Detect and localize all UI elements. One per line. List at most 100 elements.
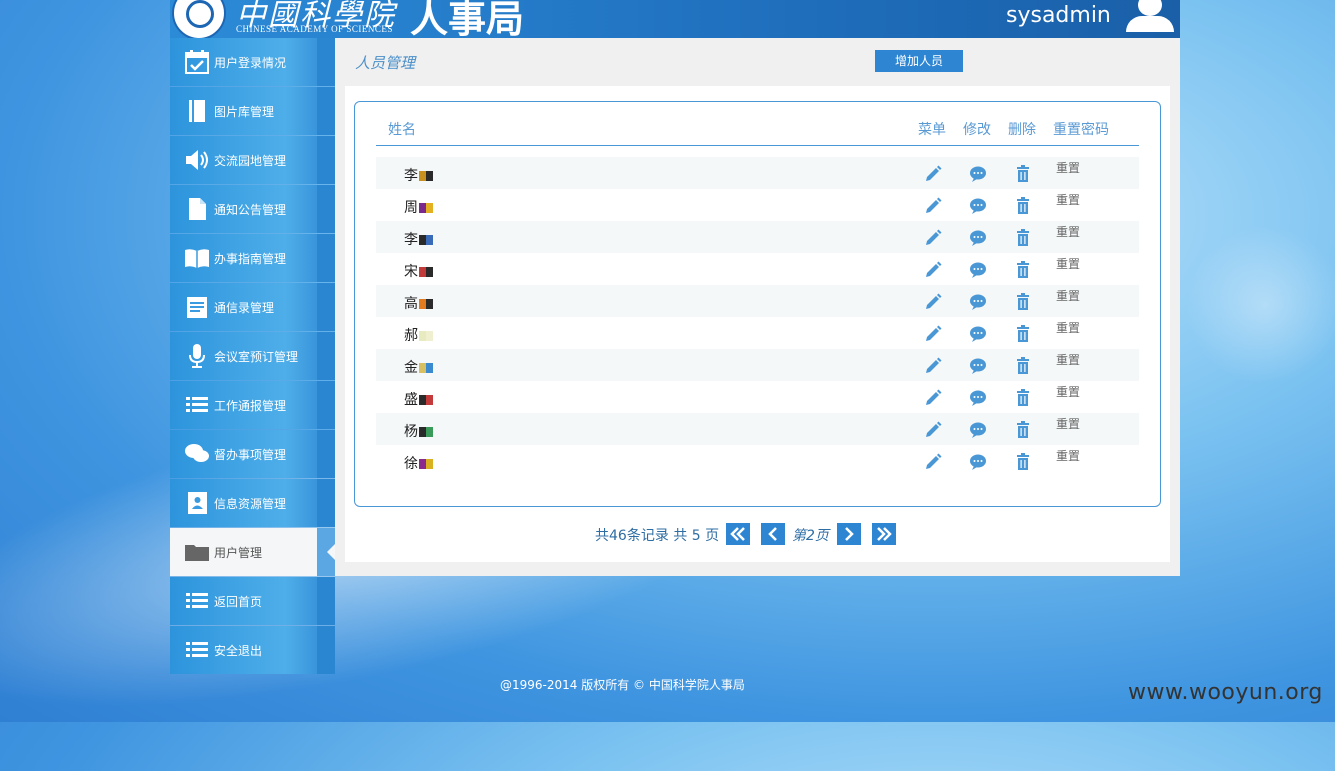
table-row: 徐 重置 bbox=[376, 445, 1139, 477]
page-title: 人员管理 bbox=[355, 54, 416, 72]
column-header-edit: 修改 bbox=[963, 122, 991, 138]
current-page-label: 第2页 bbox=[792, 528, 829, 544]
reset-password-link[interactable]: 重置 bbox=[1056, 223, 1080, 240]
sidebar-item-label: 用户管理 bbox=[214, 546, 263, 560]
reset-password-link[interactable]: 重置 bbox=[1056, 447, 1080, 464]
sidebar-item-work-reports[interactable]: 工作通报管理 bbox=[170, 381, 335, 429]
comment-icon[interactable] bbox=[968, 164, 988, 184]
username-label: sysadmin bbox=[1006, 3, 1111, 28]
person-name: 李 bbox=[404, 165, 433, 185]
pencil-edit-icon[interactable] bbox=[923, 292, 943, 312]
list-icon bbox=[186, 593, 208, 608]
pencil-edit-icon[interactable] bbox=[923, 260, 943, 280]
pencil-edit-icon[interactable] bbox=[923, 388, 943, 408]
list-icon bbox=[186, 397, 208, 412]
comment-icon[interactable] bbox=[968, 420, 988, 440]
speaker-icon bbox=[186, 150, 208, 170]
sidebar-item-label: 通知公告管理 bbox=[214, 203, 287, 217]
reset-password-link[interactable]: 重置 bbox=[1056, 383, 1080, 400]
double-chevron-right-icon bbox=[877, 527, 892, 541]
person-name: 郝 bbox=[404, 325, 433, 345]
background-bubble bbox=[1185, 225, 1335, 385]
cas-seal-logo-icon bbox=[172, 0, 226, 38]
sidebar-item-label: 会议室预订管理 bbox=[214, 350, 299, 364]
open-book-icon bbox=[185, 249, 209, 268]
pencil-edit-icon[interactable] bbox=[923, 420, 943, 440]
trash-delete-icon[interactable] bbox=[1013, 292, 1033, 312]
pencil-edit-icon[interactable] bbox=[923, 196, 943, 216]
comment-icon[interactable] bbox=[968, 388, 988, 408]
trash-delete-icon[interactable] bbox=[1013, 324, 1033, 344]
reset-password-link[interactable]: 重置 bbox=[1056, 255, 1080, 272]
trash-delete-icon[interactable] bbox=[1013, 164, 1033, 184]
sidebar-item-notices[interactable]: 通知公告管理 bbox=[170, 185, 335, 233]
comment-icon[interactable] bbox=[968, 324, 988, 344]
sidebar-item-label: 通信录管理 bbox=[214, 301, 275, 315]
redacted-name-mosaic bbox=[419, 235, 433, 245]
person-surname: 盛 bbox=[404, 392, 418, 408]
personnel-table: 姓名 菜单 修改 删除 重置密码 李重置周重置李重置宋重置高重置郝重置金重置盛重… bbox=[354, 101, 1161, 507]
person-name: 高 bbox=[404, 293, 433, 313]
folder-icon bbox=[185, 545, 209, 561]
sidebar-item-logout[interactable]: 安全退出 bbox=[170, 626, 335, 674]
reset-password-link[interactable]: 重置 bbox=[1056, 287, 1080, 304]
reset-password-link[interactable]: 重置 bbox=[1056, 351, 1080, 368]
redacted-name-mosaic bbox=[419, 171, 433, 181]
reset-password-link[interactable]: 重置 bbox=[1056, 319, 1080, 336]
comment-icon[interactable] bbox=[968, 228, 988, 248]
trash-delete-icon[interactable] bbox=[1013, 452, 1033, 472]
reset-password-link[interactable]: 重置 bbox=[1056, 415, 1080, 432]
sidebar-item-supervision[interactable]: 督办事项管理 bbox=[170, 430, 335, 478]
sidebar-item-guide[interactable]: 办事指南管理 bbox=[170, 234, 335, 282]
comment-icon[interactable] bbox=[968, 260, 988, 280]
sidebar-item-forum[interactable]: 交流园地管理 bbox=[170, 136, 335, 184]
trash-delete-icon[interactable] bbox=[1013, 388, 1033, 408]
table-row: 高 重置 bbox=[376, 285, 1139, 317]
table-row: 郝 重置 bbox=[376, 317, 1139, 349]
double-chevron-left-icon bbox=[730, 527, 745, 541]
pencil-edit-icon[interactable] bbox=[923, 228, 943, 248]
comment-icon[interactable] bbox=[968, 452, 988, 472]
next-page-button[interactable] bbox=[837, 523, 861, 545]
person-surname: 李 bbox=[404, 232, 418, 248]
clipboard-icon bbox=[187, 297, 207, 318]
sidebar-item-home[interactable]: 返回首页 bbox=[170, 577, 335, 625]
comment-icon[interactable] bbox=[968, 292, 988, 312]
pencil-edit-icon[interactable] bbox=[923, 452, 943, 472]
sidebar-item-user-management[interactable]: 用户管理 bbox=[170, 528, 335, 576]
sidebar-nav: 用户登录情况 图片库管理 交流园地管理 通知公告管理 办事指南管理 通信录管理 … bbox=[170, 38, 335, 675]
trash-delete-icon[interactable] bbox=[1013, 420, 1033, 440]
person-surname: 李 bbox=[404, 168, 418, 184]
pencil-edit-icon[interactable] bbox=[923, 164, 943, 184]
pencil-edit-icon[interactable] bbox=[923, 356, 943, 376]
sidebar-item-meeting-rooms[interactable]: 会议室预订管理 bbox=[170, 332, 335, 380]
comment-icon[interactable] bbox=[968, 356, 988, 376]
comment-icon[interactable] bbox=[968, 196, 988, 216]
sidebar-item-contacts[interactable]: 通信录管理 bbox=[170, 283, 335, 331]
sidebar-item-info-resources[interactable]: 信息资源管理 bbox=[170, 479, 335, 527]
chevron-left-icon bbox=[768, 527, 777, 541]
table-row: 杨 重置 bbox=[376, 413, 1139, 445]
redacted-name-mosaic bbox=[419, 331, 433, 341]
trash-delete-icon[interactable] bbox=[1013, 356, 1033, 376]
redacted-name-mosaic bbox=[419, 427, 433, 437]
person-name: 徐 bbox=[404, 453, 433, 473]
trash-delete-icon[interactable] bbox=[1013, 228, 1033, 248]
sidebar-item-login-status[interactable]: 用户登录情况 bbox=[170, 38, 335, 86]
person-surname: 金 bbox=[404, 360, 418, 376]
list-icon bbox=[186, 642, 208, 657]
sidebar-item-label: 信息资源管理 bbox=[214, 497, 287, 511]
first-page-button[interactable] bbox=[726, 523, 750, 545]
previous-page-button[interactable] bbox=[761, 523, 785, 545]
sidebar-item-image-library[interactable]: 图片库管理 bbox=[170, 87, 335, 135]
column-header-name: 姓名 bbox=[388, 122, 416, 138]
pencil-edit-icon[interactable] bbox=[923, 324, 943, 344]
last-page-button[interactable] bbox=[872, 523, 896, 545]
user-avatar-icon[interactable] bbox=[1122, 0, 1178, 32]
trash-delete-icon[interactable] bbox=[1013, 260, 1033, 280]
reset-password-link[interactable]: 重置 bbox=[1056, 191, 1080, 208]
redacted-name-mosaic bbox=[419, 395, 433, 405]
reset-password-link[interactable]: 重置 bbox=[1056, 159, 1080, 176]
add-person-button[interactable]: 增加人员 bbox=[875, 50, 963, 72]
trash-delete-icon[interactable] bbox=[1013, 196, 1033, 216]
